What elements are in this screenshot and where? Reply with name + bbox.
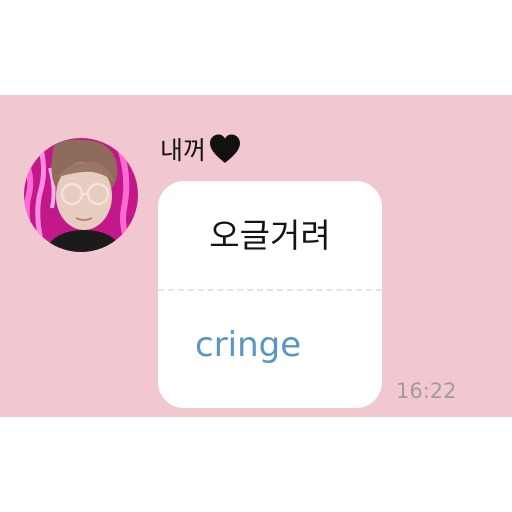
black-heart-icon — [208, 132, 242, 166]
original-message-text: 오글거려 — [209, 216, 331, 255]
avatar-photo — [24, 138, 138, 252]
message-bubble[interactable]: 오글거려 cringe — [158, 181, 382, 408]
avatar[interactable] — [24, 138, 138, 252]
message-timestamp: 16:22 — [396, 379, 457, 403]
sender-name: 내꺼 — [160, 136, 207, 165]
screenshot-frame: 내꺼 오글거려 cringe 16:22 — [0, 0, 512, 512]
translation-divider — [158, 289, 382, 291]
chat-panel: 내꺼 오글거려 cringe 16:22 — [0, 95, 512, 417]
translated-message-text: cringe — [195, 325, 302, 365]
sender-row: 내꺼 — [160, 129, 242, 169]
